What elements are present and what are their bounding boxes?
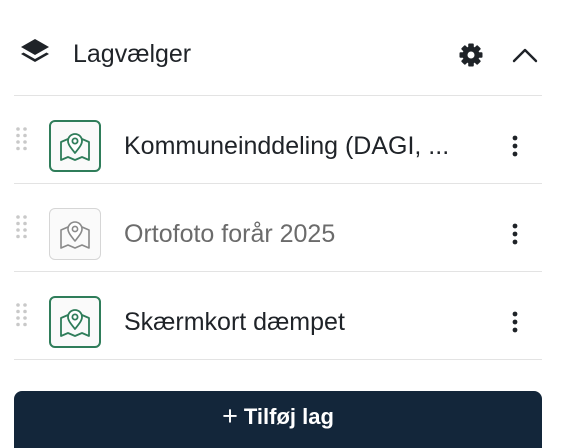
- layer-label: Kommuneinddeling (DAGI, ...: [124, 132, 450, 160]
- layer-thumbnail[interactable]: [49, 296, 101, 348]
- divider: [14, 359, 542, 360]
- layer-picker-panel: Lagvælger Kommuneinddeling (DAGI, ... Or…: [0, 0, 566, 448]
- add-layer-label: Tilføj lag: [243, 403, 334, 429]
- map-pin-icon: [60, 221, 90, 249]
- add-layer-button[interactable]: + Tilføj lag: [14, 391, 542, 448]
- more-options-icon[interactable]: [500, 217, 530, 251]
- layer-row-kommuneinddeling[interactable]: Kommuneinddeling (DAGI, ...: [0, 96, 566, 184]
- panel-title: Lagvælger: [73, 40, 192, 68]
- gear-icon[interactable]: [457, 41, 485, 69]
- chevron-up-icon[interactable]: [508, 40, 542, 68]
- drag-handle-icon[interactable]: [14, 214, 30, 240]
- drag-handle-icon[interactable]: [14, 126, 30, 152]
- layer-row-ortofoto[interactable]: Ortofoto forår 2025: [0, 184, 566, 272]
- layer-label: Skærmkort dæmpet: [124, 308, 345, 336]
- layer-thumbnail[interactable]: [49, 208, 101, 260]
- map-pin-icon: [60, 309, 90, 337]
- layers-icon: [18, 37, 52, 69]
- plus-icon: +: [222, 401, 238, 431]
- more-options-icon[interactable]: [500, 305, 530, 339]
- map-pin-icon: [60, 133, 90, 161]
- panel-header: Lagvælger: [0, 0, 566, 94]
- drag-handle-icon[interactable]: [14, 302, 30, 328]
- layer-label: Ortofoto forår 2025: [124, 220, 336, 248]
- more-options-icon[interactable]: [500, 129, 530, 163]
- layer-thumbnail[interactable]: [49, 120, 101, 172]
- layer-row-skaermkort[interactable]: Skærmkort dæmpet: [0, 272, 566, 360]
